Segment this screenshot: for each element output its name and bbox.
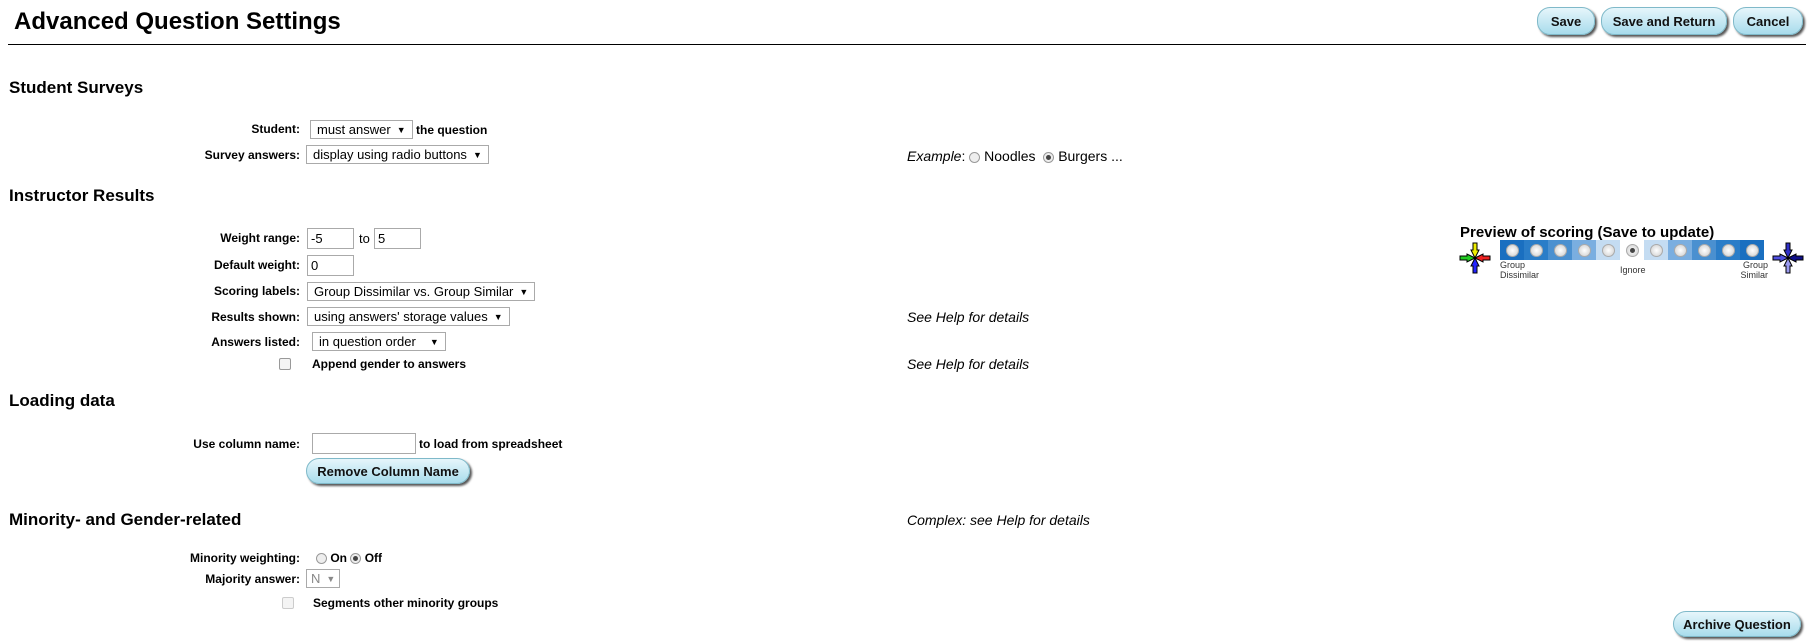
archive-question-button[interactable]: Archive Question [1673, 611, 1801, 637]
scale-cell [1500, 240, 1524, 260]
minority-on-radio[interactable] [316, 553, 327, 565]
remove-column-name-button[interactable]: Remove Column Name [306, 458, 470, 484]
save-and-return-button[interactable]: Save and Return [1601, 7, 1727, 35]
example-noodles-label: Noodles [984, 148, 1036, 164]
weight-min-input[interactable] [307, 228, 354, 249]
scoring-labels-value: Group Dissimilar vs. Group Similar [314, 284, 514, 299]
majority-answer-label: Majority answer: [205, 572, 300, 586]
majority-answer-value: N [311, 571, 321, 586]
chevron-down-icon: ▼ [519, 286, 529, 297]
results-help-text: See Help for details [907, 309, 1030, 325]
cancel-button[interactable]: Cancel [1733, 7, 1803, 35]
scale-radio [1625, 243, 1639, 257]
chevron-down-icon: ▼ [396, 124, 406, 135]
scale-cell [1548, 240, 1572, 260]
segments-checkbox[interactable] [282, 597, 294, 609]
scale-mid-label: Ignore [1620, 265, 1646, 275]
column-name-suffix: to load from spreadsheet [419, 437, 563, 451]
minority-weighting-options: On Off [316, 551, 382, 565]
section-loading-data: Loading data [9, 391, 115, 410]
scale-radio [1529, 243, 1543, 257]
weight-max-input[interactable] [374, 228, 421, 249]
results-shown-select[interactable]: using answers' storage values ▼ [307, 307, 510, 326]
section-minority-gender: Minority- and Gender-related [9, 510, 242, 529]
segments-label: Segments other minority groups [313, 596, 499, 610]
majority-answer-select[interactable]: N ▼ [306, 569, 341, 588]
example-burgers-label: Burgers ... [1058, 148, 1123, 164]
scale-radio [1649, 243, 1663, 257]
scale-cell [1524, 240, 1548, 260]
scoring-scale [1500, 240, 1764, 260]
student-select[interactable]: must answer ▼ [310, 120, 413, 139]
results-shown-label: Results shown: [211, 310, 300, 324]
answers-listed-label: Answers listed: [211, 335, 300, 349]
student-select-value: must answer [317, 122, 391, 137]
column-name-label: Use column name: [193, 437, 300, 451]
append-help-text: See Help for details [907, 356, 1030, 372]
default-weight-label: Default weight: [214, 258, 300, 272]
survey-answers-select[interactable]: display using radio buttons ▼ [306, 145, 489, 164]
student-label: Student: [251, 122, 300, 136]
scale-radio [1721, 243, 1735, 257]
weight-range-label: Weight range: [220, 231, 300, 245]
scale-radio [1505, 243, 1519, 257]
scale-cell [1716, 240, 1740, 260]
group-similar-arrows-icon [1772, 242, 1804, 274]
scale-radio [1577, 243, 1591, 257]
minority-off-radio[interactable] [350, 553, 362, 565]
chevron-down-icon: ▼ [326, 573, 336, 584]
minority-weighting-label: Minority weighting: [190, 551, 300, 565]
scoring-labels-label: Scoring labels: [213, 284, 300, 298]
scale-radio [1745, 243, 1759, 257]
scale-cell [1572, 240, 1596, 260]
chevron-down-icon: ▼ [493, 311, 503, 322]
example-radio-burgers[interactable] [1043, 151, 1055, 163]
scale-left-label: Group Dissimilar [1500, 260, 1539, 280]
minority-off-label: Off [364, 551, 383, 565]
save-button[interactable]: Save [1537, 7, 1595, 35]
scale-radio [1601, 243, 1615, 257]
scale-cell [1620, 240, 1644, 260]
scale-right-label: Group Similar [1740, 260, 1768, 280]
default-weight-input[interactable] [307, 255, 354, 276]
scale-cell [1692, 240, 1716, 260]
append-gender-checkbox[interactable] [279, 358, 291, 370]
example-label: Example [907, 148, 962, 164]
minority-help-text: Complex: see Help for details [907, 512, 1090, 528]
page-title: Advanced Question Settings [14, 8, 341, 35]
preview-title: Preview of scoring (Save to update) [1460, 224, 1715, 241]
example-radio-noodles[interactable] [969, 151, 981, 163]
answers-listed-value: in question order [319, 334, 416, 349]
results-shown-value: using answers' storage values [314, 309, 488, 324]
chevron-down-icon: ▼ [472, 149, 482, 160]
section-instructor-results: Instructor Results [9, 186, 155, 205]
scale-cell [1596, 240, 1620, 260]
append-gender-label: Append gender to answers [312, 357, 467, 371]
weight-to-label: to [359, 231, 370, 246]
scale-radio [1553, 243, 1567, 257]
scoring-labels-select[interactable]: Group Dissimilar vs. Group Similar ▼ [307, 282, 536, 301]
header-divider [8, 44, 1806, 45]
chevron-down-icon: ▼ [429, 336, 439, 347]
scale-cell [1644, 240, 1668, 260]
student-suffix: the question [416, 123, 488, 137]
survey-answers-label: Survey answers: [204, 148, 300, 162]
minority-on-label: On [330, 551, 348, 565]
scale-radio [1697, 243, 1711, 257]
scale-cell [1668, 240, 1692, 260]
example-preview: Example: Noodles Burgers ... [907, 148, 1123, 164]
section-student-surveys: Student Surveys [9, 78, 144, 97]
answers-listed-select[interactable]: in question order ▼ [312, 332, 446, 351]
scale-cell [1740, 240, 1764, 260]
scale-radio [1673, 243, 1687, 257]
survey-answers-value: display using radio buttons [313, 147, 467, 162]
group-dissimilar-arrows-icon [1459, 242, 1491, 274]
column-name-input[interactable] [312, 433, 416, 454]
